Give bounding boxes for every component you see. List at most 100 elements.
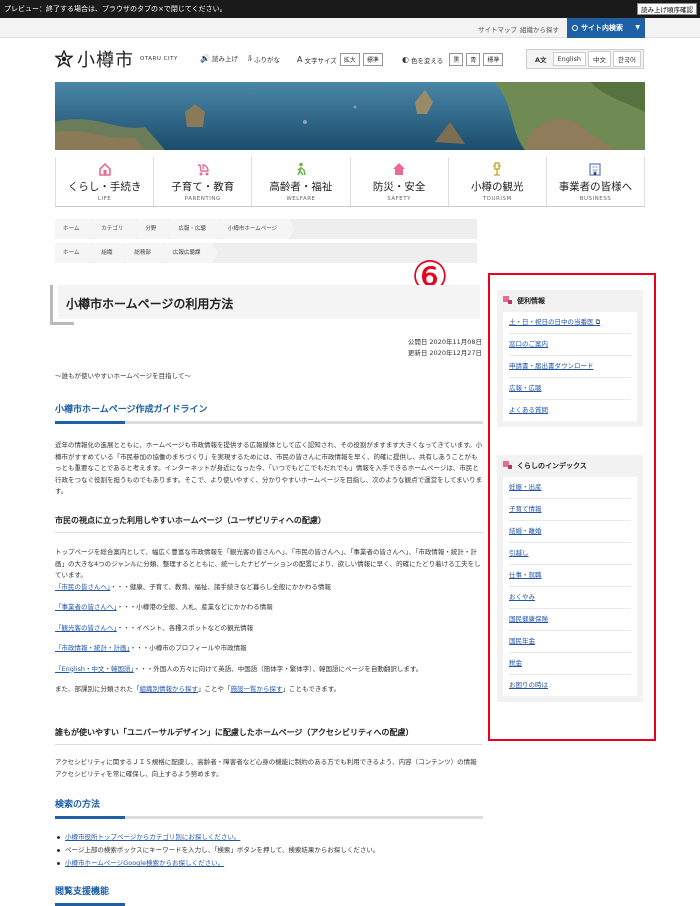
breadcrumb-item[interactable]: 総務部 [126,243,169,263]
breadcrumb-item[interactable]: 組織 [93,243,131,263]
search-method-text: ページ上部の検索ボックスにキーワードを入力し、「検索」ボタンを押して、検索結果か… [65,846,380,854]
color-black-button[interactable]: 黒 [449,53,464,66]
nav-welfare[interactable]: 高齢者・福祉 WELFARE [251,157,349,206]
nav-parenting-label: 子育て・教育 [171,181,235,193]
breadcrumb-item[interactable]: 分野 [137,219,175,239]
section-accessibility: 誰もが使いやすい「ユニバーサルデザイン」に配慮したホームページ（アクセシビリティ… [55,727,483,780]
tail-text: 」こともできます。 [282,685,341,693]
sidebar-useful-info: 便利情報 土・日・祝日の日中の当番医 ⧉ 窓口のご案内 申請書・届出書ダウンロー… [497,290,643,427]
facility-list-link[interactable]: 施設一覧から探す [231,685,283,693]
genre-item: 「English・中文・韓国語」・・・外国人の方々に向けて英語、中国語（簡体字・… [55,664,483,676]
lamp-icon [493,162,502,176]
tail-text: 」ことや「 [198,685,231,693]
color-tool: ◐ 色を変える 黒 青 標準 [402,53,504,66]
section-title: 検索の方法 [55,797,483,819]
font-standard-button[interactable]: 標準 [362,53,383,66]
sitemap-link[interactable]: サイトマップ [478,24,517,34]
site-search-label: サイト内検索 [581,24,623,32]
sidebar-item[interactable]: おくやみ [509,587,631,609]
font-size-icon: A [297,55,303,64]
genre-link[interactable]: 「事業者の皆さんへ」 [55,603,117,611]
breadcrumb-item[interactable]: ホーム [55,243,98,263]
genre-desc: ・・・健康、子育て、教育、福祉、諸手続きなど暮らし全般にかかわる情報 [110,582,331,591]
org-info-link[interactable]: 組織別情報から探す [140,685,199,693]
font-enlarge-button[interactable]: 拡大 [339,53,360,66]
sidebar-item[interactable]: 国民健康保険 [509,609,631,631]
search-methods-list: 小樽市役所トップページからカテゴリ別にお探しください。 ページ上部の検索ボックス… [55,831,483,870]
section-search: 検索の方法 小樽市役所トップページからカテゴリ別にお探しください。 ページ上部の… [55,797,483,870]
lang-chinese[interactable]: 中文 [588,51,612,67]
genre-item: 「市民の皆さんへ」・・・健康、子育て、教育、福祉、諸手続きなど暮らし全般にかかわ… [55,582,483,594]
genre-link[interactable]: 「観光客の皆さんへ」 [55,624,117,632]
nav-safety[interactable]: 防災・安全 SAFETY [349,157,448,206]
color-label: 色を変える [410,56,444,65]
read-order-button[interactable]: 読み上げ順序確認 [637,3,697,15]
nav-parenting-en: PARENTING [184,196,221,202]
breadcrumb-item[interactable]: カテゴリ [93,219,142,239]
sidebar-item[interactable]: 妊娠・出産 [509,477,631,499]
sidebar-item[interactable]: 申請書・届出書ダウンロード [509,356,631,378]
published-date: 公開日 2020年11月08日 [407,338,482,346]
org-search-link[interactable]: 組織から探す [520,24,559,34]
font-size-label: 文字サイズ [304,56,337,65]
breadcrumb-current: 広報広聴課 [164,243,218,263]
nav-business-en: BUSINESS [579,196,612,202]
sidebar-item-label: 土・日・祝日の日中の当番医 [509,318,594,326]
sidebar-item[interactable]: 子育て情報 [509,499,631,521]
section-title: 誰もが使いやすい「ユニバーサルデザイン」に配慮したホームページ（アクセシビリティ… [55,727,483,745]
nav-tourism[interactable]: 小樽の観光 TOURISM [447,157,546,206]
genre-item: 「市政情報・統計・計画」・・・小樽市のプロフィールや市政情報 [55,643,483,655]
nav-tourism-label: 小樽の観光 [471,181,524,193]
site-logo[interactable]: 小樽市 OTARU CITY [53,48,178,71]
walking-person-icon [297,162,306,176]
furigana-tool[interactable]: ﾙふりがな [248,53,280,64]
nav-life[interactable]: くらし・手続き LIFE [55,157,153,206]
page-title: 小樽市ホームページの利用方法 [66,297,234,311]
font-size-tool: A 文字サイズ 拡大 標準 [297,53,383,66]
house-key-icon [98,162,111,176]
breadcrumb-item[interactable]: ホーム [55,219,98,239]
breadcrumb-current: 小樽市ホームページ [219,219,296,239]
nav-business[interactable]: 事業者の皆様へ BUSINESS [545,157,646,206]
genre-link[interactable]: 「English・中文・韓国語」 [55,665,134,673]
coastline-photo [55,82,645,150]
nav-parenting[interactable]: 子育て・教育 PARENTING [153,157,251,206]
nav-welfare-label: 高齢者・福祉 [269,181,333,193]
sidebar-item[interactable]: 国民年金 [509,631,631,653]
sidebar-item[interactable]: 窓口のご案内 [509,334,631,356]
read-aloud-tool[interactable]: 🔊 読み上げ [200,53,238,64]
sidebar-item[interactable]: 広報・広聴 [509,378,631,400]
sidebar-item[interactable]: お困りの時は [509,675,631,696]
stroller-icon [197,164,209,176]
sidebar-item[interactable]: よくある質問 [509,400,631,421]
lang-english[interactable]: English [552,52,587,66]
color-blue-button[interactable]: 青 [466,53,481,66]
nav-business-label: 事業者の皆様へ [558,181,633,193]
sidebar-item[interactable]: 税金 [509,653,631,675]
list-item: 小樽市役所トップページからカテゴリ別にお探しください。 [55,831,483,844]
read-aloud-label: 読み上げ [211,55,238,63]
sidebar-item[interactable]: 仕事・就職 [509,565,631,587]
chevron-down-icon: ▼ [635,24,640,31]
nav-safety-label: 防災・安全 [372,181,426,193]
breadcrumb-category: ホーム カテゴリ 分野 広報・広聴 小樽市ホームページ [55,219,477,239]
breadcrumb-item[interactable]: 広報・広聴 [170,219,224,239]
sidebar-item[interactable]: 引越し [509,543,631,565]
search-method-link[interactable]: 小樽市ホームページGoogle検索からお探しください。 [65,859,224,867]
nav-life-en: LIFE [97,196,112,202]
nav-life-label: くらし・手続き [67,181,142,193]
hero-image [55,82,645,150]
lang-korean[interactable]: 한국어 [613,51,641,67]
genre-link[interactable]: 「市政情報・統計・計画」 [55,644,130,652]
section-browsing-support: 閲覧支援機能 [55,884,483,906]
search-method-link[interactable]: 小樽市役所トップページからカテゴリ別にお探しください。 [65,833,240,841]
genre-link[interactable]: 「市民の皆さんへ」 [55,583,110,591]
site-search-button[interactable]: サイト内検索 ▼ [567,18,645,38]
color-standard-button[interactable]: 標準 [483,53,504,66]
global-nav: くらし・手続き LIFE 子育て・教育 PARENTING 高齢者・福祉 WEL… [55,157,646,207]
sidebar-item[interactable]: 土・日・祝日の日中の当番医 ⧉ [509,312,631,334]
section-usability: 市民の視点に立った利用しやすいホームページ（ユーザビリティへの配慮） トップペー… [55,515,483,696]
sidebar-item[interactable]: 結婚・離婚 [509,521,631,543]
genre-desc: ・・・小樽市のプロフィールや市政情報 [129,644,247,652]
search-tail: また、部課別に分類された「組織別情報から探す」ことや「施設一覧から探す」こともで… [55,684,483,696]
